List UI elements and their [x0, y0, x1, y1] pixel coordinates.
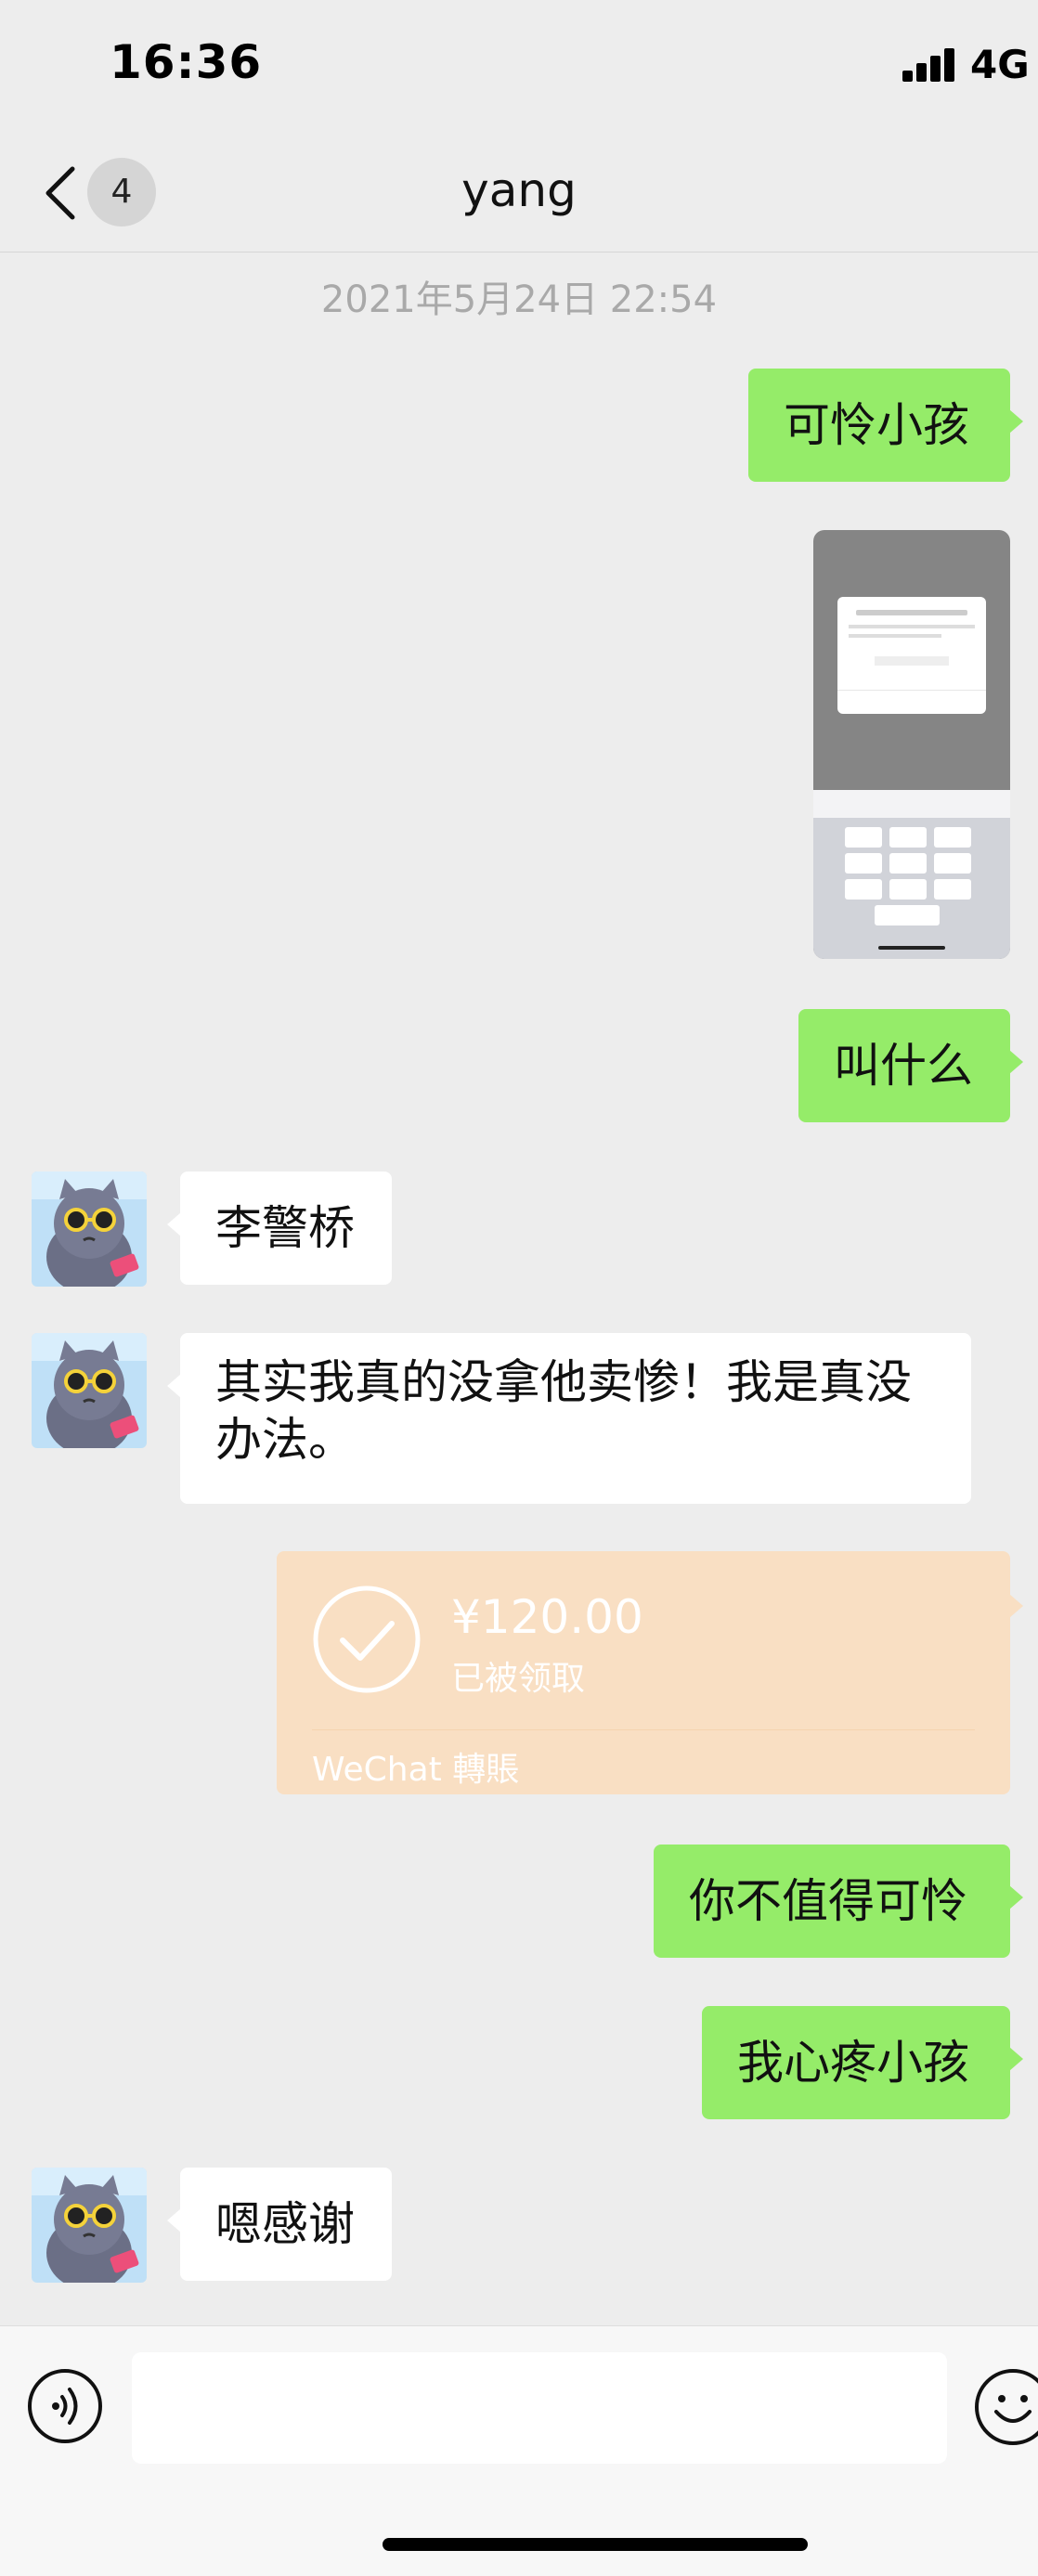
chat-header: 4 yang: [0, 139, 1038, 252]
status-time: 16:36: [110, 35, 263, 89]
input-bar: [0, 2325, 1038, 2576]
voice-icon[interactable]: [28, 2369, 102, 2443]
message-text: 其实我真的没拿他卖惨！我是真没办法。: [215, 1355, 912, 1467]
message-text: 可怜小孩: [784, 398, 969, 452]
message-input[interactable]: [132, 2352, 947, 2464]
checkmark-circle-icon: [313, 1586, 421, 1693]
incoming-message-bubble[interactable]: 李警桥: [167, 1171, 392, 1285]
chat-title: yang: [461, 163, 577, 217]
divider: [312, 1729, 975, 1730]
signal-icon: [902, 48, 958, 82]
message-text: 你不值得可怜: [689, 1874, 967, 1928]
transfer-status: 已被领取: [451, 1660, 586, 1698]
mini-keyboard: [813, 790, 1010, 959]
transfer-amount: ¥120.00: [451, 1590, 643, 1644]
avatar[interactable]: [32, 1171, 147, 1287]
incoming-message-bubble[interactable]: 嗯感谢: [167, 2168, 392, 2281]
message-text: 李警桥: [215, 1201, 355, 1255]
mini-status-bar: [813, 530, 1010, 545]
outgoing-message-bubble[interactable]: 可怜小孩: [748, 369, 1023, 482]
avatar[interactable]: [32, 1333, 147, 1448]
mini-dialog: [837, 597, 986, 714]
screenshot-image[interactable]: [813, 530, 1010, 959]
emoji-icon[interactable]: [975, 2369, 1038, 2445]
outgoing-message-bubble[interactable]: 我心疼小孩: [702, 2006, 1023, 2119]
message-text: 我心疼小孩: [737, 2036, 969, 2090]
transfer-card[interactable]: ¥120.00 已被领取 WeChat 轉賬: [277, 1551, 1023, 1794]
message-text: 嗯感谢: [215, 2197, 355, 2251]
status-bar: 16:36 4G: [0, 0, 1038, 139]
network-label: 4G: [970, 42, 1030, 87]
avatar[interactable]: [32, 2168, 147, 2283]
incoming-message-bubble[interactable]: 其实我真的没拿他卖惨！我是真没办法。: [167, 1333, 971, 1504]
message-text: 叫什么: [834, 1039, 973, 1093]
outgoing-message-bubble[interactable]: 叫什么: [798, 1009, 1023, 1122]
transfer-brand-label: WeChat 轉賬: [312, 1751, 520, 1789]
home-indicator: [383, 2538, 808, 2551]
outgoing-message-bubble[interactable]: 你不值得可怜: [654, 1845, 1023, 1958]
message-timestamp: 2021年5月24日 22:54: [320, 278, 718, 321]
